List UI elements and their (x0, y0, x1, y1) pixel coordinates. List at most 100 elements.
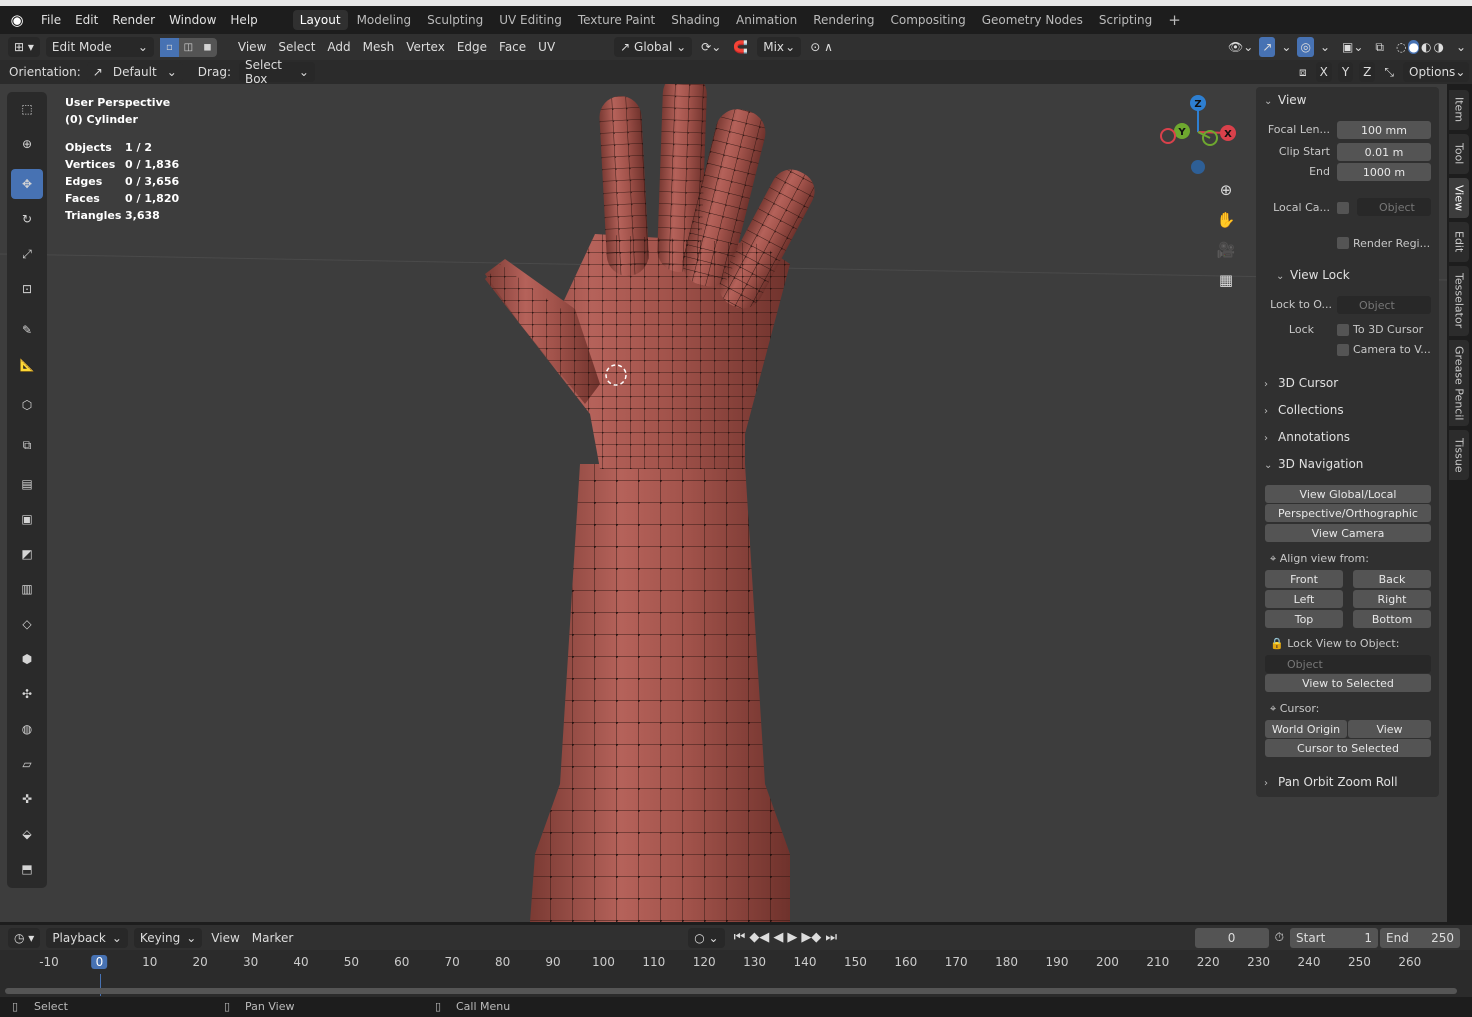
menu-mesh[interactable]: Mesh (357, 37, 401, 57)
cursor-view-button[interactable]: View (1348, 720, 1431, 738)
visibility-icon[interactable]: 👁⌄ (1222, 37, 1259, 57)
mesh-overlays-icon[interactable]: ▣⌄ (1336, 37, 1369, 57)
timeline-ruler[interactable]: -10 0 10 20 30 40 50 60 70 80 90 100 110 120 130 140 150… (0, 950, 1472, 974)
smooth-tool-icon[interactable]: ◍ (11, 714, 43, 744)
align-left-button[interactable]: Left (1265, 590, 1343, 608)
blender-logo-icon[interactable]: ◉ (0, 11, 34, 29)
workspace-tab-layout[interactable]: Layout (292, 10, 348, 30)
play-icon[interactable]: ▶ (787, 930, 797, 945)
knife-tool-icon[interactable]: ◇ (11, 609, 43, 639)
scale-tool-icon[interactable]: ⤢ (11, 239, 43, 269)
annotate-tool-icon[interactable]: ✎ (11, 315, 43, 345)
navigation-gizmo[interactable]: Z X Y (1150, 90, 1250, 180)
add-cube-tool-icon[interactable]: ⬡ (11, 390, 43, 420)
tab-tool[interactable]: Tool (1449, 134, 1469, 174)
gizmo-neg-x-axis[interactable] (1160, 128, 1176, 144)
vertex-select-icon[interactable]: ▫ (159, 37, 179, 57)
keying-dropdown[interactable]: Keying ⌄ (133, 927, 203, 948)
chevron-down-icon[interactable]: ⌄ (1314, 37, 1336, 57)
menu-render[interactable]: Render (105, 13, 162, 27)
workspace-tab-texture-paint[interactable]: Texture Paint (571, 10, 662, 30)
editor-type-icon[interactable]: ⊞ ▾ (8, 37, 40, 57)
workspace-tab-shading[interactable]: Shading (664, 10, 727, 30)
camera-view-icon[interactable]: 🎥 (1212, 236, 1240, 264)
workspace-tab-rendering[interactable]: Rendering (806, 10, 881, 30)
workspace-tab-geometry-nodes[interactable]: Geometry Nodes (975, 10, 1090, 30)
align-back-button[interactable]: Back (1353, 570, 1431, 588)
local-camera-field[interactable]: Object (1357, 198, 1431, 216)
extrude-tool-icon[interactable]: ▤ (11, 469, 43, 499)
rip-region-tool-icon[interactable]: ⬒ (11, 854, 43, 884)
frame-end-field[interactable]: End 250 (1380, 927, 1460, 948)
mirror-z-toggle[interactable]: Z (1359, 62, 1376, 82)
proportional-edit-icon[interactable]: ⊙ ∧ (804, 37, 839, 57)
edge-slide-tool-icon[interactable]: ▱ (11, 749, 43, 779)
menu-file[interactable]: File (34, 13, 68, 27)
rendered-shading-icon[interactable]: ◑ (1433, 40, 1443, 54)
ortho-toggle-icon[interactable]: ▦ (1212, 266, 1240, 294)
pan-view-icon[interactable]: ✋ (1212, 206, 1240, 234)
chevron-down-icon[interactable]: ⌄ (1275, 37, 1297, 57)
render-region-checkbox[interactable] (1337, 237, 1349, 249)
clip-start-field[interactable]: 0.01 m (1337, 143, 1431, 161)
orientation-dropdown[interactable]: ↗ Default ⌄ (86, 62, 183, 82)
focal-length-field[interactable]: 100 mm (1337, 121, 1431, 139)
view-global-local-button[interactable]: View Global/Local (1265, 485, 1431, 503)
wireframe-shading-icon[interactable]: ◌ (1396, 40, 1406, 54)
solid-shading-icon[interactable]: ● (1408, 40, 1419, 54)
gizmo-toggle-icon[interactable]: ↗ (1259, 37, 1276, 57)
panel-annotations-header[interactable]: › Annotations (1264, 430, 1350, 444)
menu-vertex[interactable]: Vertex (400, 37, 451, 57)
snap-icon[interactable]: 🧲 (727, 37, 754, 57)
mirror-y-toggle[interactable]: Y (1337, 62, 1354, 82)
menu-uv[interactable]: UV (532, 37, 561, 57)
menu-edge[interactable]: Edge (451, 37, 493, 57)
camera-to-view-checkbox[interactable] (1337, 344, 1349, 356)
workspace-tab-sculpting[interactable]: Sculpting (420, 10, 490, 30)
align-top-button[interactable]: Top (1265, 610, 1343, 628)
preview-range-icon[interactable]: ⏱ (1269, 928, 1290, 948)
timeline-scrollbar[interactable] (5, 988, 1457, 994)
lock-to-object-field[interactable]: Object (1337, 296, 1431, 314)
panel-view-lock-header[interactable]: ⌄ View Lock (1276, 268, 1350, 282)
menu-face[interactable]: Face (493, 37, 532, 57)
pivot-point-icon[interactable]: ⟳⌄ (695, 37, 727, 57)
face-select-icon[interactable]: ◼ (198, 38, 217, 57)
world-origin-button[interactable]: World Origin (1265, 720, 1347, 738)
next-keyframe-icon[interactable]: ▶◆ (801, 930, 821, 945)
perspective-orthographic-button[interactable]: Perspective/Orthographic (1265, 504, 1431, 522)
jump-end-icon[interactable]: ⏭ (825, 930, 837, 945)
poly-build-tool-icon[interactable]: ⬢ (11, 644, 43, 674)
mirror-icon[interactable]: ⧈ (1293, 62, 1313, 82)
panel-view-header[interactable]: ⌄ View (1264, 93, 1306, 107)
extrude-region-tool-icon[interactable]: ⧉ (11, 430, 43, 460)
menu-edit[interactable]: Edit (68, 13, 105, 27)
transform-tool-icon[interactable]: ⊡ (11, 274, 43, 304)
workspace-tab-uv-editing[interactable]: UV Editing (492, 10, 569, 30)
workspace-tab-animation[interactable]: Animation (729, 10, 804, 30)
drag-dropdown[interactable]: Select Box ⌄ (238, 58, 315, 86)
align-right-button[interactable]: Right (1353, 590, 1431, 608)
move-tool-icon[interactable]: ✥ (11, 169, 43, 199)
panel-3d-cursor-header[interactable]: › 3D Cursor (1264, 376, 1338, 390)
menu-window[interactable]: Window (162, 13, 223, 27)
xray-toggle-icon[interactable]: ⧉ (1369, 37, 1390, 57)
snap-target-dropdown[interactable]: Mix ⌄ (757, 37, 802, 57)
cursor-tool-icon[interactable]: ⊕ (11, 129, 43, 159)
shrink-fatten-tool-icon[interactable]: ✜ (11, 784, 43, 814)
spin-tool-icon[interactable]: ✣ (11, 679, 43, 709)
rotate-tool-icon[interactable]: ↻ (11, 204, 43, 234)
material-shading-icon[interactable]: ◐ (1421, 40, 1431, 54)
tab-tesselator[interactable]: Tesselator (1449, 266, 1469, 336)
frame-start-field[interactable]: Start 1 (1290, 927, 1378, 948)
menu-help[interactable]: Help (223, 13, 264, 27)
workspace-tab-compositing[interactable]: Compositing (883, 10, 972, 30)
lock-3d-cursor-checkbox[interactable] (1337, 324, 1349, 336)
mode-dropdown[interactable]: Edit Mode ⌄ (45, 37, 154, 57)
options-dropdown[interactable]: Options ⌄ (1403, 62, 1469, 82)
prev-keyframe-icon[interactable]: ◆◀ (749, 930, 769, 945)
lock-view-object-field[interactable]: Object (1265, 655, 1431, 673)
select-box-tool-icon[interactable]: ⬚ (11, 94, 43, 124)
tab-grease-pencil[interactable]: Grease Pencil (1449, 340, 1469, 426)
play-reverse-icon[interactable]: ◀ (773, 930, 783, 945)
